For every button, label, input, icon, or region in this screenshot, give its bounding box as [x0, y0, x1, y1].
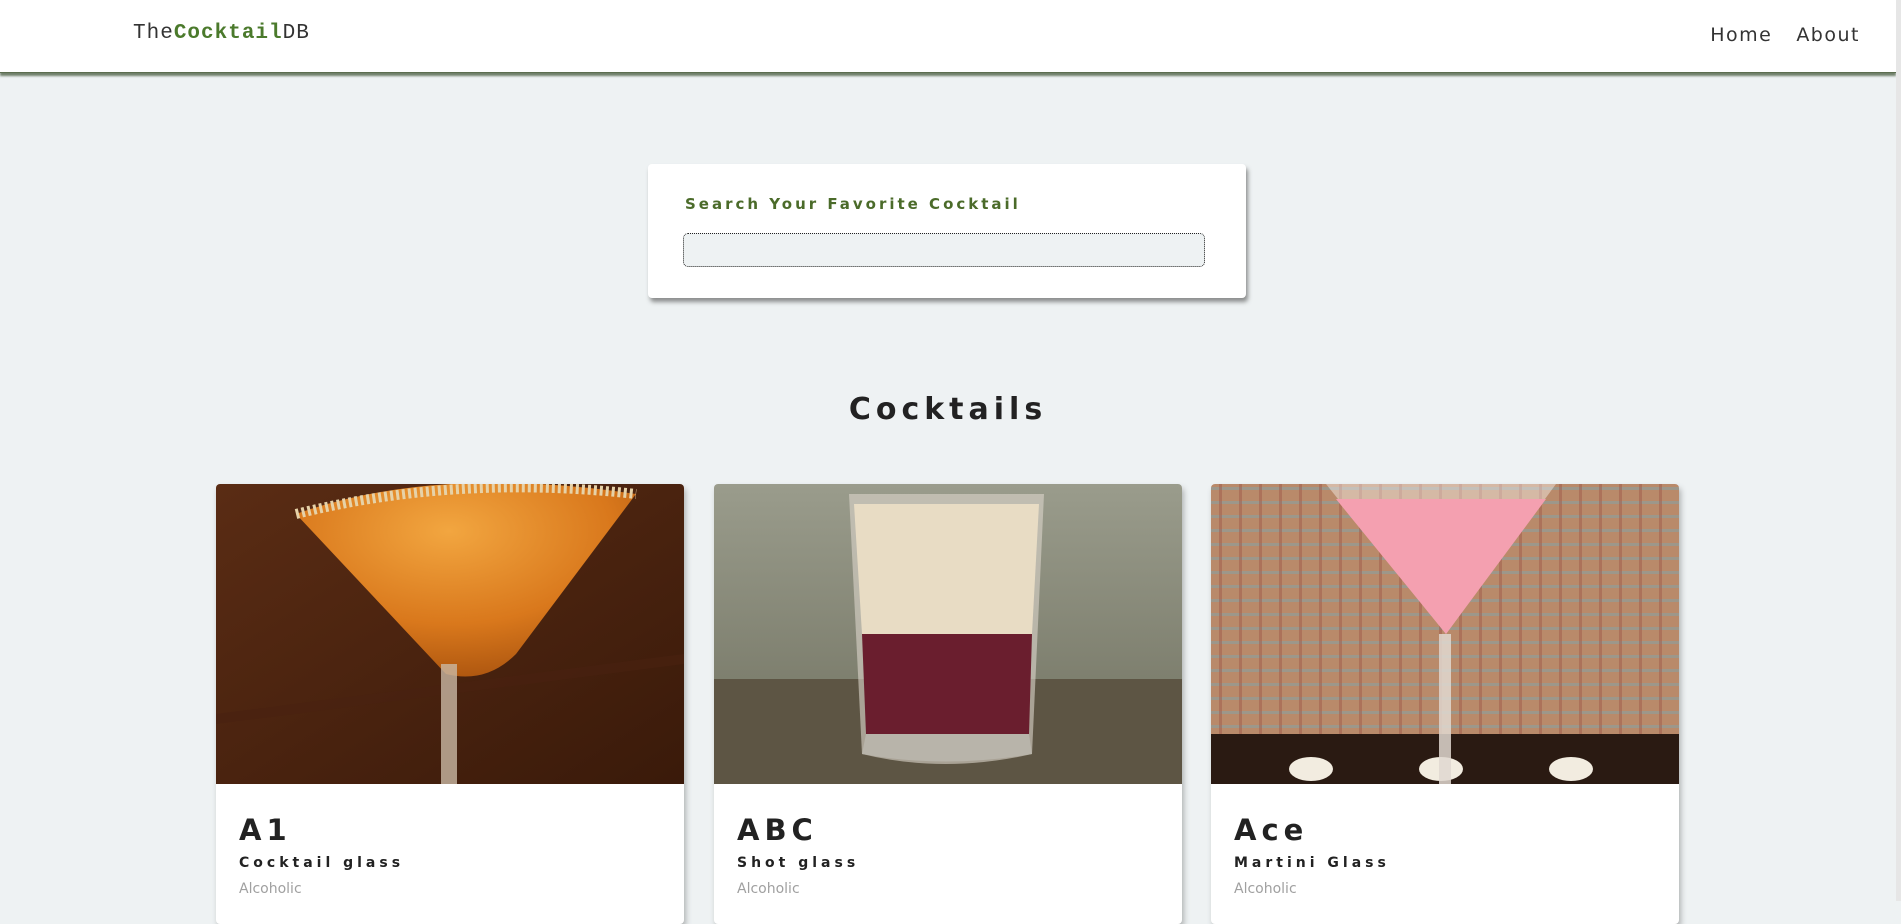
- cocktail-glass: Cocktail glass: [239, 855, 405, 871]
- cocktail-glass: Shot glass: [737, 855, 860, 871]
- cocktail-glass: Martini Glass: [1234, 855, 1390, 871]
- cocktail-type: Alcoholic: [1234, 881, 1297, 897]
- logo-suffix: DB: [282, 22, 310, 45]
- site-logo[interactable]: TheCocktailDB: [133, 22, 310, 45]
- cocktail-card[interactable]: A1 Cocktail glass Alcoholic: [216, 484, 684, 924]
- nav-about-link[interactable]: About: [1796, 24, 1860, 46]
- nav-home-link[interactable]: Home: [1710, 24, 1772, 46]
- cocktail-name: A1: [239, 813, 292, 847]
- search-label: Search Your Favorite Cocktail: [685, 195, 1021, 213]
- cocktail-name: Ace: [1234, 813, 1309, 847]
- cocktail-type: Alcoholic: [239, 881, 302, 897]
- nav-links: Home About: [1710, 24, 1860, 46]
- logo-prefix: The: [133, 22, 174, 45]
- scrollbar[interactable]: [1896, 0, 1901, 901]
- cocktail-image[interactable]: [714, 484, 1182, 784]
- cocktail-image[interactable]: [1211, 484, 1679, 784]
- cocktail-card[interactable]: Ace Martini Glass Alcoholic: [1211, 484, 1679, 924]
- search-form: Search Your Favorite Cocktail: [648, 164, 1246, 298]
- logo-brand: Cocktail: [173, 22, 283, 45]
- cocktail-type: Alcoholic: [737, 881, 800, 897]
- section-title: Cocktails: [848, 392, 1048, 427]
- cocktail-image[interactable]: [216, 484, 684, 784]
- cocktail-name: ABC: [737, 813, 818, 847]
- navbar: TheCocktailDB Home About: [0, 0, 1896, 73]
- search-input[interactable]: [683, 233, 1205, 267]
- cocktail-card[interactable]: ABC Shot glass Alcoholic: [714, 484, 1182, 924]
